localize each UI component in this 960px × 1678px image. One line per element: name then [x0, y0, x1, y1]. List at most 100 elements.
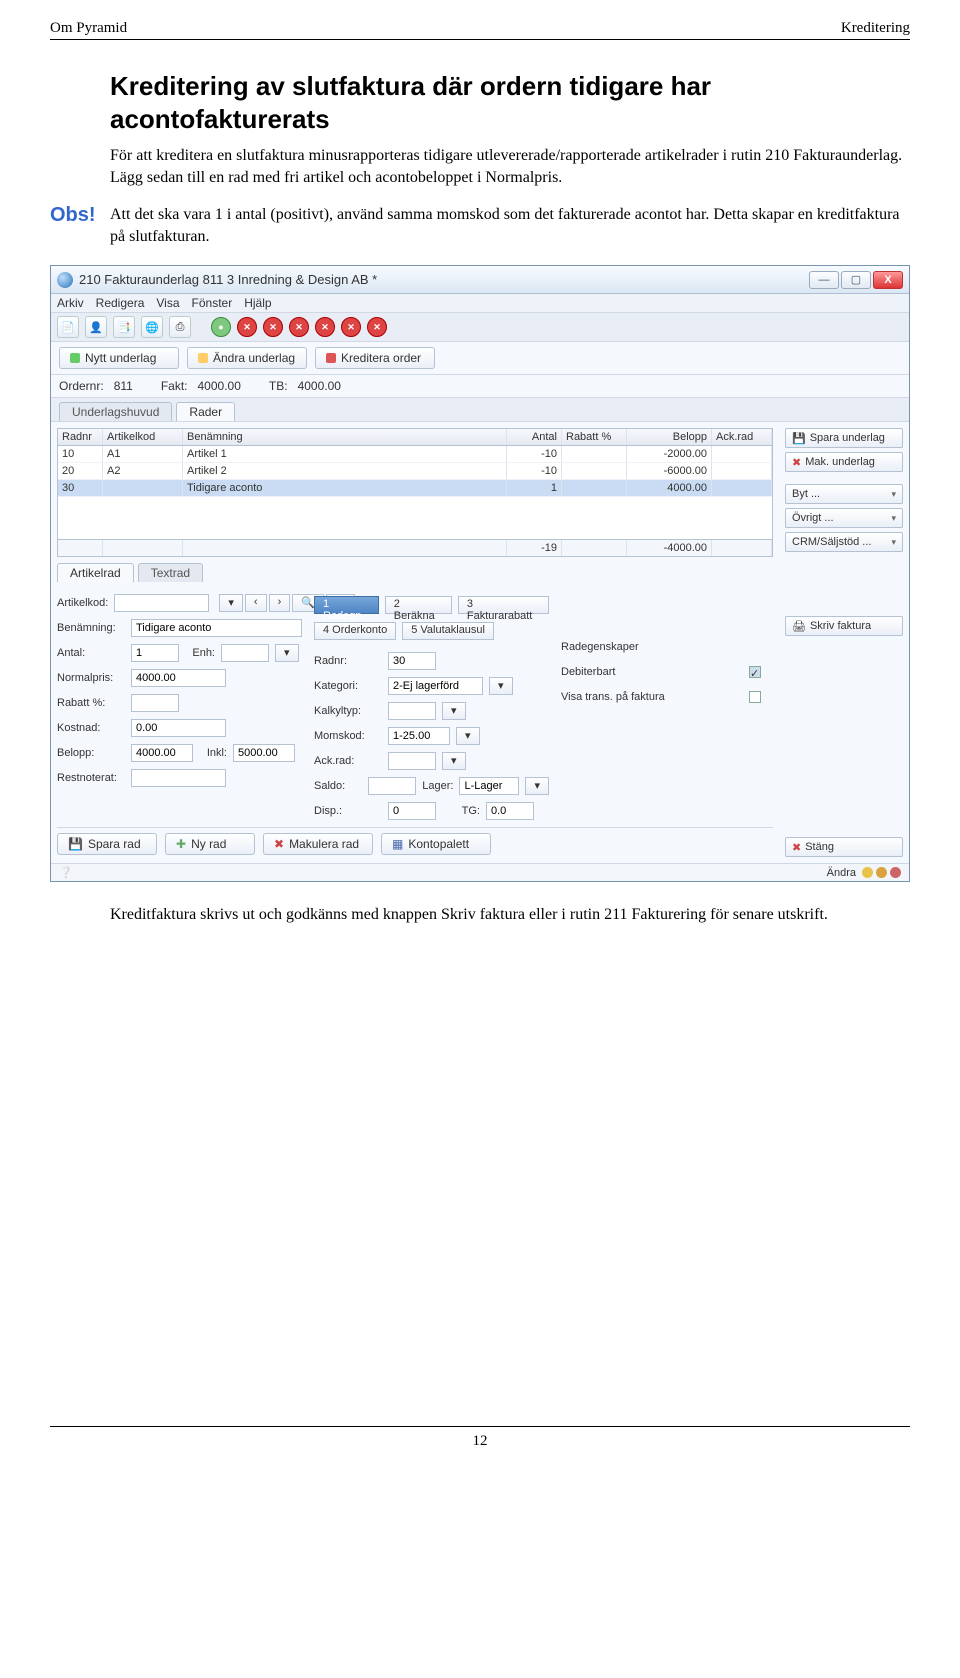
col-rabatt[interactable]: Rabatt % — [562, 429, 627, 445]
artikelkod-prev-icon[interactable]: ‹ — [245, 594, 267, 612]
status-indicator-4[interactable]: ✕ — [289, 317, 309, 337]
menu-redigera[interactable]: Redigera — [96, 296, 145, 310]
ackrad-input[interactable] — [388, 752, 436, 770]
antal-input[interactable] — [131, 644, 179, 662]
tab-underlagshuvud[interactable]: Underlagshuvud — [59, 402, 172, 421]
radegn-button[interactable]: 1 Radegn — [314, 596, 379, 614]
col-ackrad[interactable]: Ack.rad — [712, 429, 772, 445]
header-right: Kreditering — [841, 20, 910, 37]
valutaklausul-button[interactable]: 5 Valutaklausul — [402, 622, 494, 640]
spara-rad-button[interactable]: 💾Spara rad — [57, 833, 157, 855]
tab-artikelrad[interactable]: Artikelrad — [57, 563, 134, 582]
status-indicator-6[interactable]: ✕ — [341, 317, 361, 337]
status-indicator-1[interactable]: ● — [211, 317, 231, 337]
artikelkod-dropdown-icon[interactable]: ▾ — [219, 594, 243, 612]
enh-input[interactable] — [221, 644, 269, 662]
rabatt-input[interactable] — [131, 694, 179, 712]
table-row-selected[interactable]: 30Tidigare aconto14000.00 — [58, 480, 772, 497]
tg-input[interactable] — [486, 802, 534, 820]
kalkyltyp-select[interactable] — [388, 702, 436, 720]
status-indicator-3[interactable]: ✕ — [263, 317, 283, 337]
toolbar-new-icon[interactable]: 📄 — [57, 316, 79, 338]
intro-paragraph: För att kreditera en slutfaktura minusra… — [110, 145, 910, 188]
table-row[interactable]: 20A2Artikel 2-10-6000.00 — [58, 463, 772, 480]
maximize-button[interactable]: ▢ — [841, 271, 871, 289]
tab-rader[interactable]: Rader — [176, 402, 235, 421]
toolbar-print-icon[interactable]: ⎙ — [169, 316, 191, 338]
kostnad-input[interactable] — [131, 719, 226, 737]
ordernr-value: 811 — [114, 379, 133, 393]
kategori-dropdown-icon[interactable]: ▾ — [489, 677, 513, 695]
status-indicator-7[interactable]: ✕ — [367, 317, 387, 337]
orderkonto-button[interactable]: 4 Orderkonto — [314, 622, 396, 640]
radegenskaper-label: Radegenskaper — [561, 641, 639, 653]
table-row[interactable]: 10A1Artikel 1-10-2000.00 — [58, 446, 772, 463]
toolbar-globe-icon[interactable]: 🌐 — [141, 316, 163, 338]
momskod-select[interactable] — [388, 727, 450, 745]
enh-dropdown-icon[interactable]: ▾ — [275, 644, 299, 662]
tab-textrad[interactable]: Textrad — [138, 563, 203, 582]
tb-value: 4000.00 — [298, 379, 341, 393]
makulera-rad-button[interactable]: ✖Makulera rad — [263, 833, 373, 855]
debiterbart-label: Debiterbart — [561, 666, 743, 678]
disp-input[interactable] — [388, 802, 436, 820]
status-indicator-2[interactable]: ✕ — [237, 317, 257, 337]
kontopalett-button[interactable]: ▦Kontopalett — [381, 833, 491, 855]
byt-button[interactable]: Byt ... — [785, 484, 903, 504]
nytt-underlag-button[interactable]: Nytt underlag — [59, 347, 179, 369]
momskod-dropdown-icon[interactable]: ▾ — [456, 727, 480, 745]
col-antal[interactable]: Antal — [507, 429, 562, 445]
minimize-button[interactable]: — — [809, 271, 839, 289]
status-light-3 — [890, 867, 901, 878]
page-number: 12 — [473, 1433, 488, 1449]
spara-underlag-button[interactable]: 💾Spara underlag — [785, 428, 903, 448]
kategori-select[interactable] — [388, 677, 483, 695]
col-belopp[interactable]: Belopp — [627, 429, 712, 445]
artikelkod-input[interactable] — [114, 594, 209, 612]
kreditera-order-button[interactable]: Kreditera order — [315, 347, 435, 369]
col-radnr[interactable]: Radnr — [58, 429, 103, 445]
menu-hjalp[interactable]: Hjälp — [244, 296, 271, 310]
crm-button[interactable]: CRM/Säljstöd ... — [785, 532, 903, 552]
col-artikelkod[interactable]: Artikelkod — [103, 429, 183, 445]
toolbar-doc-icon[interactable]: 📑 — [113, 316, 135, 338]
toolbar-user-icon[interactable]: 👤 — [85, 316, 107, 338]
andra-underlag-button[interactable]: Ändra underlag — [187, 347, 307, 369]
grid-total-row: -19 -4000.00 — [58, 539, 772, 556]
saldo-input[interactable] — [368, 777, 416, 795]
header-left: Om Pyramid — [50, 20, 127, 37]
menu-visa[interactable]: Visa — [156, 296, 179, 310]
inkl-input[interactable] — [233, 744, 295, 762]
status-light-1 — [862, 867, 873, 878]
normalpris-input[interactable] — [131, 669, 226, 687]
belopp-input[interactable] — [131, 744, 193, 762]
ny-rad-button[interactable]: ✚Ny rad — [165, 833, 255, 855]
radnr-input[interactable] — [388, 652, 436, 670]
lager-dropdown-icon[interactable]: ▾ — [525, 777, 549, 795]
visatrans-checkbox[interactable] — [749, 691, 761, 703]
close-button[interactable]: X — [873, 271, 903, 289]
app-window: 210 Fakturaunderlag 811 3 Inredning & De… — [50, 265, 910, 882]
lager-select[interactable] — [459, 777, 519, 795]
fakt-value: 4000.00 — [198, 379, 241, 393]
benamning-input[interactable] — [131, 619, 302, 637]
outro-paragraph: Kreditfaktura skrivs ut och godkänns med… — [50, 904, 910, 926]
artikelkod-next-icon[interactable]: › — [269, 594, 291, 612]
col-benamning[interactable]: Benämning — [183, 429, 507, 445]
menu-arkiv[interactable]: Arkiv — [57, 296, 84, 310]
status-indicator-5[interactable]: ✕ — [315, 317, 335, 337]
stang-button[interactable]: ✖Stäng — [785, 837, 903, 857]
menu-fonster[interactable]: Fönster — [192, 296, 233, 310]
skriv-faktura-button[interactable]: 🖨Skriv faktura — [785, 616, 903, 636]
status-help-icon[interactable]: ❔ — [59, 866, 73, 879]
fakturarabatt-button[interactable]: 3 Fakturarabatt — [458, 596, 549, 614]
mak-underlag-button[interactable]: ✖Mak. underlag — [785, 452, 903, 472]
section-heading: Kreditering av slutfaktura där ordern ti… — [110, 70, 910, 135]
ackrad-dropdown-icon[interactable]: ▾ — [442, 752, 466, 770]
ovrigt-button[interactable]: Övrigt ... — [785, 508, 903, 528]
berakna-button[interactable]: 2 Beräkna — [385, 596, 452, 614]
obs-text: Att det ska vara 1 i antal (positivt), a… — [110, 204, 910, 247]
restnoterat-input[interactable] — [131, 769, 226, 787]
debiterbart-checkbox[interactable]: ✓ — [749, 666, 761, 678]
kalkyltyp-dropdown-icon[interactable]: ▾ — [442, 702, 466, 720]
